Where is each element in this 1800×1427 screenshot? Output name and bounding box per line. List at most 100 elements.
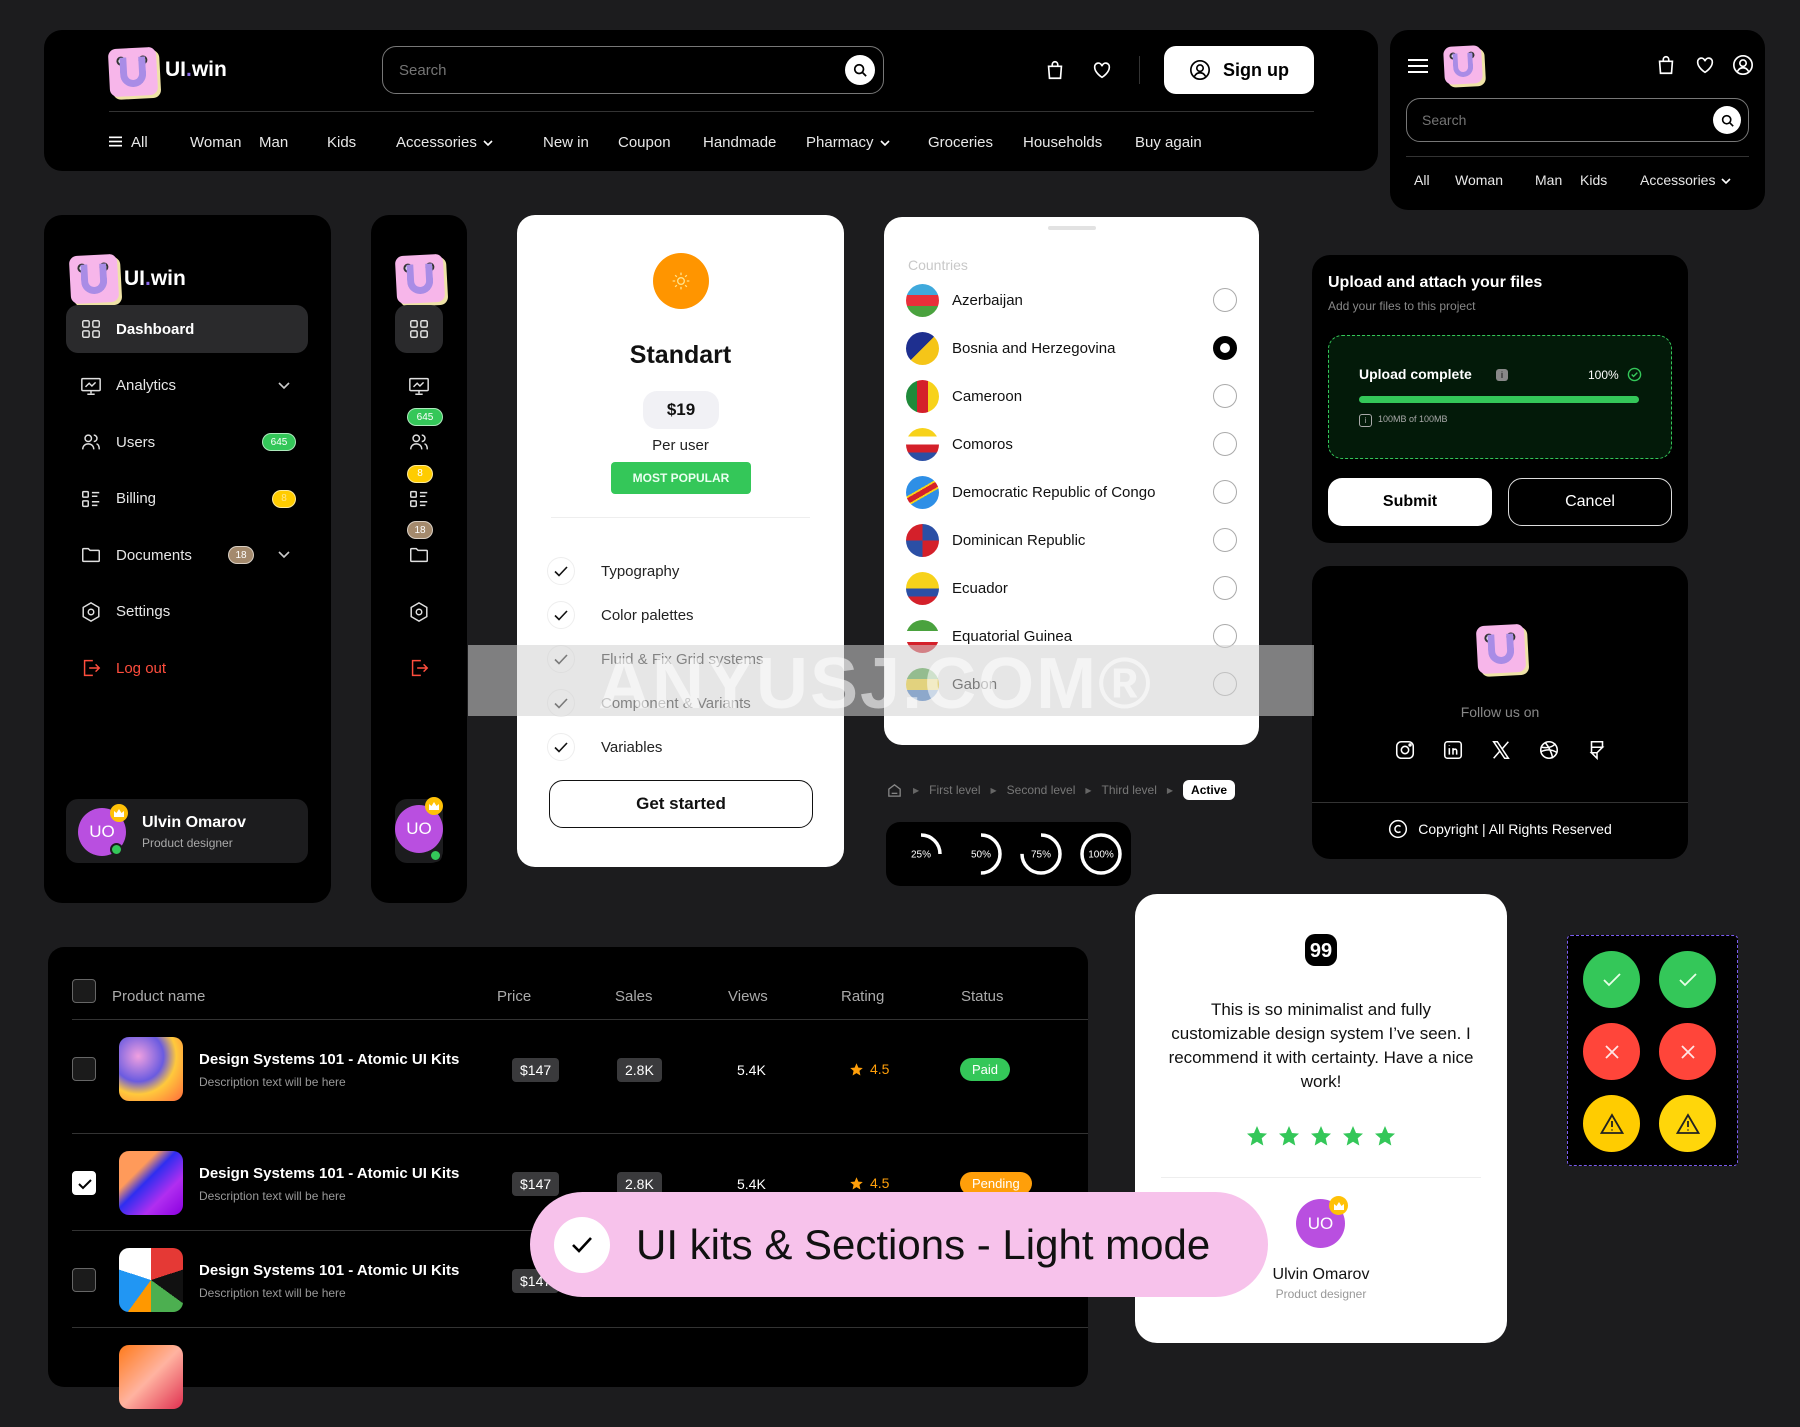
wishlist-button[interactable]	[1091, 59, 1113, 81]
country-option[interactable]: Dominican Republic	[906, 520, 1237, 560]
nav-buy-again[interactable]: Buy again	[1135, 134, 1202, 151]
x-icon[interactable]	[1490, 739, 1512, 761]
cancel-button[interactable]: Cancel	[1508, 478, 1672, 526]
drag-handle[interactable]	[1048, 226, 1096, 230]
brand-name[interactable]: UI.win	[124, 267, 186, 291]
product-title[interactable]: Design Systems 101 - Atomic UI Kits	[199, 1051, 459, 1068]
nav-man[interactable]: Man	[259, 134, 288, 151]
sidebar-item-settings[interactable]: Settings	[66, 588, 308, 636]
chevron-down-icon[interactable]	[278, 381, 290, 390]
mobile-separator	[1406, 156, 1749, 157]
radio-button[interactable]	[1213, 528, 1237, 552]
breadcrumb-item[interactable]: Third level	[1102, 783, 1157, 797]
mobile-nav-accessories[interactable]: Accessories	[1640, 172, 1732, 188]
column-header-status[interactable]: Status	[961, 988, 1004, 1005]
nav-accessories[interactable]: Accessories	[396, 134, 493, 151]
country-option[interactable]: Ecuador	[906, 568, 1237, 608]
sidebar-item-users[interactable]: Users 645	[66, 418, 308, 466]
flag-bosnia-and-herzegovina	[906, 331, 939, 365]
countries-title: Countries	[908, 257, 968, 273]
wishlist-button[interactable]	[1694, 54, 1716, 76]
column-header-price[interactable]: Price	[497, 988, 531, 1005]
compact-item-dashboard[interactable]	[395, 305, 443, 353]
nav-households[interactable]: Households	[1023, 134, 1102, 151]
search-field[interactable]	[382, 46, 884, 94]
row-checkbox[interactable]	[72, 1268, 96, 1292]
column-header-views[interactable]: Views	[728, 988, 768, 1005]
radio-button[interactable]	[1213, 480, 1237, 504]
column-header-rating[interactable]: Rating	[841, 988, 884, 1005]
home-icon[interactable]	[886, 782, 903, 799]
sidebar-item-dashboard[interactable]: Dashboard	[66, 305, 308, 353]
desktop-header: UI.win Sign up All Woman Man Kids Accessorie…	[44, 30, 1378, 171]
product-title[interactable]: Design Systems 101 - Atomic UI Kits	[199, 1165, 459, 1182]
compact-item-analytics[interactable]	[395, 362, 443, 410]
compact-user[interactable]: UO	[395, 797, 443, 863]
user-card[interactable]: UO Ulvin Omarov Product designer	[66, 799, 308, 863]
row-checkbox[interactable]	[72, 1057, 96, 1081]
nav-all[interactable]: All	[109, 134, 148, 151]
search-button[interactable]	[845, 55, 875, 85]
menu-button[interactable]	[1408, 58, 1428, 74]
radio-button[interactable]	[1213, 336, 1237, 360]
country-option[interactable]: Democratic Republic of Congo	[906, 472, 1237, 512]
framer-icon[interactable]	[1586, 739, 1608, 761]
breadcrumb-item[interactable]: Second level	[1007, 783, 1076, 797]
table-row[interactable]	[72, 1327, 1088, 1427]
breadcrumb-item[interactable]: First level	[929, 783, 980, 797]
country-option[interactable]: Cameroon	[906, 376, 1237, 416]
nav-handmade[interactable]: Handmade	[703, 134, 776, 151]
mobile-nav-woman[interactable]: Woman	[1455, 172, 1503, 188]
account-button[interactable]	[1732, 54, 1754, 76]
product-title[interactable]: Design Systems 101 - Atomic UI Kits	[199, 1262, 459, 1279]
table-row[interactable]: Design Systems 101 - Atomic UI Kits Descr…	[72, 1019, 1088, 1119]
price-value: $147	[512, 1058, 560, 1082]
cart-button[interactable]	[1044, 59, 1066, 81]
mobile-search-field[interactable]	[1406, 98, 1749, 142]
radio-button[interactable]	[1213, 432, 1237, 456]
row-checkbox[interactable]	[72, 1171, 96, 1195]
search-button[interactable]	[1713, 106, 1741, 134]
cart-button[interactable]	[1655, 54, 1677, 76]
column-header-sales[interactable]: Sales	[615, 988, 653, 1005]
select-all-checkbox[interactable]	[72, 979, 96, 1003]
mobile-nav-kids[interactable]: Kids	[1580, 172, 1607, 188]
radio-button[interactable]	[1213, 288, 1237, 312]
nav-pharmacy[interactable]: Pharmacy	[806, 134, 890, 151]
compact-item-settings[interactable]	[395, 588, 443, 636]
mobile-nav-all[interactable]: All	[1414, 172, 1430, 188]
sidebar-item-documents[interactable]: Documents 18	[66, 531, 308, 579]
radio-button[interactable]	[1213, 384, 1237, 408]
radio-button[interactable]	[1213, 576, 1237, 600]
star-icon	[1279, 1126, 1299, 1146]
country-option[interactable]: Comoros	[906, 424, 1237, 464]
nav-new-in[interactable]: New in	[543, 134, 589, 151]
most-popular-badge: MOST POPULAR	[611, 462, 751, 494]
sign-up-button[interactable]: Sign up	[1164, 46, 1314, 94]
sidebar-item-log-out[interactable]: Log out	[66, 644, 308, 692]
sidebar-item-analytics[interactable]: Analytics	[66, 362, 308, 410]
country-option[interactable]: Azerbaijan	[906, 280, 1237, 320]
nav-kids[interactable]: Kids	[327, 134, 356, 151]
submit-button[interactable]: Submit	[1328, 478, 1492, 526]
nav-groceries[interactable]: Groceries	[928, 134, 993, 151]
mobile-nav-man[interactable]: Man	[1535, 172, 1562, 188]
nav-woman[interactable]: Woman	[190, 134, 241, 151]
upload-title: Upload and attach your files	[1328, 274, 1543, 291]
column-header-product-name[interactable]: Product name	[112, 988, 205, 1005]
search-input[interactable]	[383, 47, 803, 93]
sidebar-item-billing[interactable]: Billing 8	[66, 475, 308, 523]
mobile-search-input[interactable]	[1407, 99, 1687, 141]
breadcrumb-active[interactable]: Active	[1183, 780, 1236, 800]
online-indicator	[429, 849, 442, 862]
brand-name[interactable]: UI.win	[165, 58, 227, 82]
linkedin-icon[interactable]	[1442, 739, 1464, 761]
get-started-button[interactable]: Get started	[549, 780, 813, 828]
compact-item-log-out[interactable]	[395, 644, 443, 692]
chevron-down-icon[interactable]	[278, 551, 290, 559]
country-option[interactable]: Bosnia and Herzegovina	[906, 328, 1237, 368]
instagram-icon[interactable]	[1394, 739, 1416, 761]
nav-coupon[interactable]: Coupon	[618, 134, 671, 151]
dribbble-icon[interactable]	[1538, 739, 1560, 761]
dropzone[interactable]: Upload complete i 100% i 100MB of 100MB	[1328, 335, 1672, 459]
